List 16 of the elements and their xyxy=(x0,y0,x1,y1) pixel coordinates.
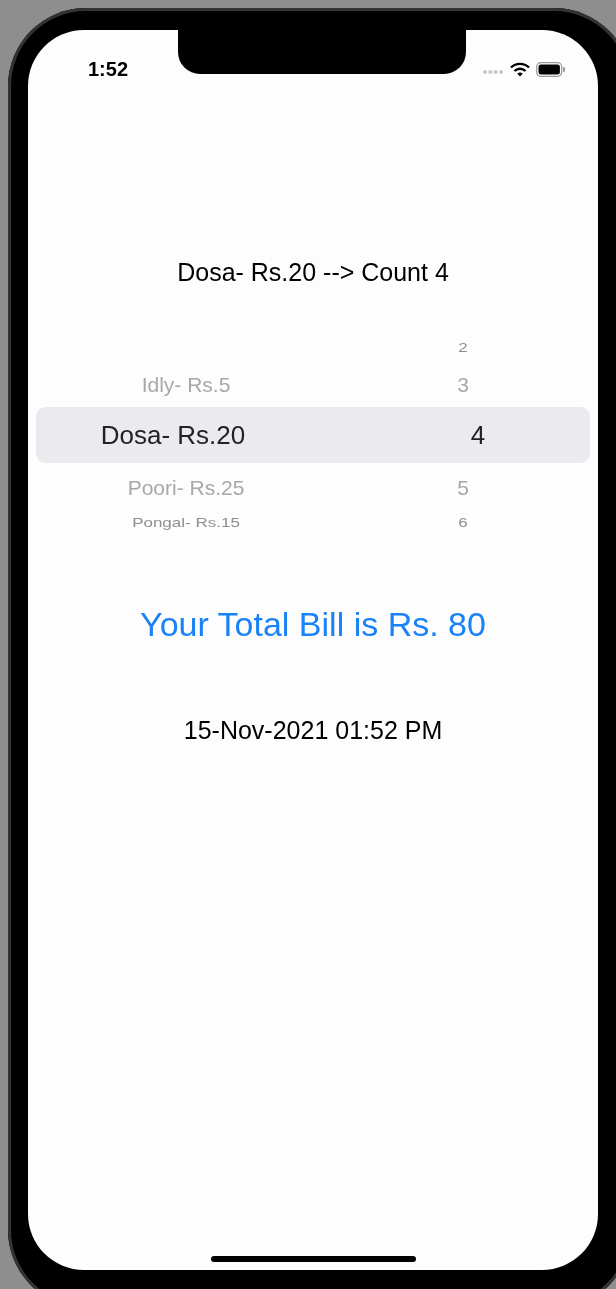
picker-item[interactable]: Pongal- Rs.15 xyxy=(132,515,240,531)
date-time: 15-Nov-2021 01:52 PM xyxy=(183,716,443,745)
picker-item[interactable]: 2 xyxy=(458,340,468,356)
picker-item[interactable]: Poori- Rs.25 xyxy=(127,476,245,500)
battery-icon xyxy=(536,61,566,77)
wifi-icon xyxy=(510,61,530,77)
picker-item[interactable]: 5 xyxy=(457,476,469,500)
picker-item[interactable]: Dosa- Rs.20 xyxy=(100,419,246,451)
total-bill: Your Total Bill is Rs. 80 xyxy=(140,605,486,644)
selection-summary: Dosa- Rs.20 --> Count 4 xyxy=(177,258,449,287)
picker-item[interactable]: Idly- Rs.5 xyxy=(141,373,231,397)
picker-item[interactable]: 4 xyxy=(470,419,486,451)
signal-icon xyxy=(482,68,504,75)
status-time: 1:52 xyxy=(88,57,129,81)
picker-item[interactable]: 6 xyxy=(458,515,468,531)
picker-item[interactable]: 3 xyxy=(457,373,469,397)
